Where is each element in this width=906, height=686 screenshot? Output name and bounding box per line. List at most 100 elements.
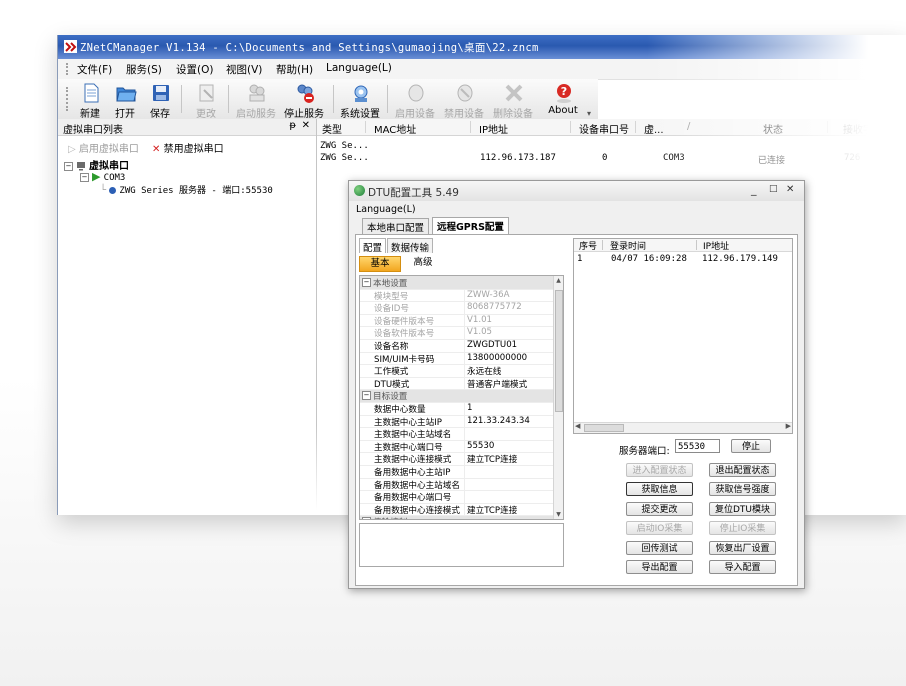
- tree-com3[interactable]: − ▶ COM3: [80, 170, 125, 183]
- property-row[interactable]: 备用数据中心主站IP: [360, 465, 553, 479]
- property-row[interactable]: 备用数据中心端口号: [360, 490, 553, 504]
- conn-col-index[interactable]: 序号: [579, 239, 597, 252]
- collapse-icon[interactable]: −: [362, 517, 371, 519]
- property-value[interactable]: 永远在线: [467, 365, 501, 377]
- pin-icon[interactable]: ᵽ: [289, 120, 296, 131]
- col-ip[interactable]: IP地址: [479, 121, 508, 136]
- collapse-icon[interactable]: −: [80, 172, 89, 182]
- start-service-button[interactable]: 启动服务: [234, 81, 278, 120]
- scroll-thumb[interactable]: [555, 290, 563, 412]
- property-value[interactable]: 121.33.243.34: [467, 416, 530, 426]
- col-device-port[interactable]: 设备串口号: [579, 121, 629, 136]
- system-settings-button[interactable]: 系统设置: [338, 81, 382, 120]
- scroll-down-arrow[interactable]: ▼: [554, 511, 563, 518]
- property-row[interactable]: 主数据中心端口号 55530: [360, 439, 553, 454]
- property-value[interactable]: 1: [467, 403, 472, 413]
- property-row[interactable]: DTU模式 普通客户端模式: [360, 376, 553, 391]
- property-row[interactable]: 数据中心数量 1: [360, 402, 553, 416]
- close-panel-icon[interactable]: ✕: [302, 120, 310, 131]
- enable-virtual-port-button[interactable]: ▷ 启用虚拟串口: [68, 140, 139, 155]
- property-grid-scrollbar[interactable]: ▲ ▼: [553, 276, 563, 519]
- pill-advanced[interactable]: 高级: [403, 256, 443, 270]
- save-button[interactable]: 保存: [138, 81, 182, 120]
- enable-device-button[interactable]: 启用设备: [393, 81, 437, 120]
- property-row[interactable]: 备用数据中心连接模式 建立TCP连接: [360, 502, 553, 517]
- dtu-action-button[interactable]: 获取信号强度: [709, 482, 776, 497]
- col-virtual[interactable]: 虚...: [644, 121, 664, 136]
- property-row[interactable]: 设备硬件版本号 V1.01: [360, 313, 553, 328]
- close-button[interactable]: ✕: [786, 184, 794, 195]
- dtu-action-button[interactable]: 导入配置: [709, 560, 776, 574]
- disable-device-button[interactable]: 禁用设备: [442, 81, 486, 120]
- device-row[interactable]: ZWG Se...: [317, 141, 906, 153]
- dtu-action-button[interactable]: 停止IO采集: [709, 521, 776, 536]
- stop-server-button[interactable]: 停止: [731, 439, 771, 453]
- dtu-menu-language[interactable]: Language(L): [356, 204, 416, 215]
- dtu-action-button[interactable]: 进入配置状态: [626, 463, 693, 477]
- scroll-up-arrow[interactable]: ▲: [554, 277, 563, 284]
- property-row[interactable]: 模块型号 ZWW-36A: [360, 288, 553, 303]
- property-row[interactable]: 主数据中心主站IP 121.33.243.34: [360, 414, 553, 429]
- menu-settings[interactable]: 设置(O): [176, 62, 213, 77]
- hscroll-thumb[interactable]: [584, 424, 624, 432]
- dtu-action-button[interactable]: 退出配置状态: [709, 463, 776, 477]
- dtu-titlebar[interactable]: DTU配置工具 5.49 _ □ ✕: [349, 181, 804, 201]
- pill-basic[interactable]: 基本: [359, 256, 401, 272]
- connection-list-hscroll[interactable]: ◀ ▶: [574, 422, 792, 433]
- connection-list[interactable]: 序号 登录时间 IP地址 1 04/07 16:09:28 112.96.179…: [573, 238, 793, 434]
- conn-col-time[interactable]: 登录时间: [610, 239, 646, 252]
- dtu-action-button[interactable]: 回传测试: [626, 540, 693, 555]
- tab-remote-gprs[interactable]: 远程GPRS配置: [432, 217, 509, 234]
- property-row[interactable]: 主数据中心连接模式 建立TCP连接: [360, 452, 553, 466]
- subtab-config[interactable]: 配置: [359, 238, 387, 254]
- property-category[interactable]: − 目标设置: [360, 389, 553, 403]
- col-type[interactable]: 类型: [322, 121, 342, 136]
- menu-language[interactable]: Language(L): [326, 62, 392, 74]
- property-row[interactable]: 备用数据中心主站域名: [360, 477, 553, 492]
- maximize-button[interactable]: □: [769, 184, 778, 194]
- main-titlebar[interactable]: ZNetCManager V1.134 - C:\Documents and S…: [58, 35, 906, 59]
- property-row[interactable]: 设备ID号 8068775772: [360, 301, 553, 315]
- scroll-left-arrow[interactable]: ◀: [575, 422, 580, 430]
- disable-virtual-port-button[interactable]: ✕ 禁用虚拟串口: [152, 140, 224, 155]
- scroll-right-arrow[interactable]: ▶: [786, 422, 791, 430]
- about-button[interactable]: ? About: [541, 81, 585, 117]
- col-status[interactable]: 状态: [763, 121, 783, 136]
- property-row[interactable]: SIM/UIM卡号码 13800000000: [360, 351, 553, 366]
- col-mac[interactable]: MAC地址: [374, 121, 416, 136]
- collapse-icon[interactable]: −: [362, 391, 371, 401]
- server-port-input[interactable]: 55530: [675, 439, 720, 453]
- stop-service-button[interactable]: 停止服务: [282, 81, 326, 120]
- dtu-action-button[interactable]: 提交更改: [626, 501, 693, 516]
- menu-help[interactable]: 帮助(H): [276, 62, 313, 77]
- conn-col-ip[interactable]: IP地址: [703, 239, 729, 252]
- property-value[interactable]: 建立TCP连接: [467, 453, 517, 465]
- menu-view[interactable]: 视图(V): [226, 62, 262, 77]
- menu-service[interactable]: 服务(S): [126, 62, 162, 77]
- property-row[interactable]: 设备名称 ZWGDTU01: [360, 339, 553, 353]
- property-row[interactable]: 主数据中心主站域名: [360, 427, 553, 441]
- subtab-data-transfer[interactable]: 数据传输: [387, 238, 434, 254]
- menu-file[interactable]: 文件(F): [77, 62, 112, 77]
- dtu-action-button[interactable]: 导出配置: [626, 560, 693, 574]
- modify-button[interactable]: 更改: [184, 81, 228, 120]
- dtu-action-button[interactable]: 启动IO采集: [626, 521, 693, 536]
- dtu-action-button[interactable]: 复位DTU模块: [709, 501, 776, 516]
- tree-device[interactable]: └ ZWG Series 服务器 - 端口:55530: [100, 183, 273, 196]
- property-value[interactable]: 13800000000: [467, 353, 527, 363]
- col-recv[interactable]: 接收字节: [843, 121, 883, 136]
- property-row[interactable]: 工作模式 永远在线: [360, 364, 553, 378]
- dtu-action-button[interactable]: 恢复出厂设置: [709, 540, 776, 555]
- delete-device-button[interactable]: 删除设备: [491, 81, 535, 120]
- collapse-icon[interactable]: −: [362, 278, 371, 287]
- property-value[interactable]: 55530: [467, 441, 494, 451]
- minimize-button[interactable]: _: [751, 183, 757, 196]
- dtu-action-button[interactable]: 获取信息: [626, 482, 693, 497]
- device-row[interactable]: ZWG Se... 112.96.173.187 0 COM3 已连接 726: [317, 153, 906, 166]
- property-value[interactable]: ZWGDTU01: [467, 340, 517, 350]
- property-value[interactable]: 建立TCP连接: [467, 504, 517, 516]
- property-category[interactable]: − 本地设置: [360, 276, 553, 290]
- menubar-grip[interactable]: [66, 63, 70, 75]
- tab-local-serial[interactable]: 本地串口配置: [362, 218, 430, 234]
- property-grid[interactable]: 串口波特率57600−传输控制备用数据中心连接模式建立TCP连接备用数据中心端口…: [359, 275, 564, 520]
